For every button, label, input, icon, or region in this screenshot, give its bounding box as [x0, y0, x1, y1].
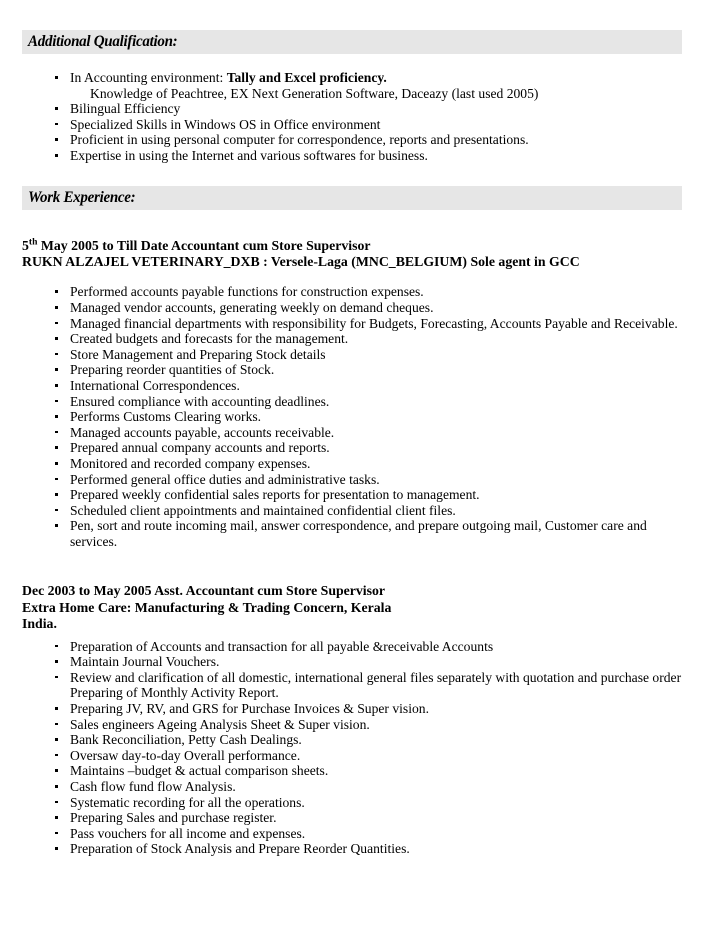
job-title-text: May 2005 to Till Date Accountant cum Sto… — [37, 237, 371, 253]
list-item: Managed financial departments with respo… — [0, 316, 708, 332]
list-item: Preparing JV, RV, and GRS for Purchase I… — [0, 701, 708, 717]
list-item: Performed accounts payable functions for… — [0, 284, 708, 300]
list-item: Pass vouchers for all income and expense… — [0, 826, 708, 842]
list-item: Performs Customs Clearing works. — [0, 409, 708, 425]
job-date-number: 5 — [22, 237, 29, 253]
job-2-duties-list: Preparation of Accounts and transaction … — [0, 639, 708, 857]
job-1-duties-list: Performed accounts payable functions for… — [0, 284, 708, 549]
list-item: International Correspondences. — [0, 378, 708, 394]
resume-page: Additional Qualification: In Accounting … — [0, 0, 708, 933]
job-title-line-1: 5th May 2005 to Till Date Accountant cum… — [0, 237, 708, 254]
list-item: Maintain Journal Vouchers. — [0, 654, 708, 670]
list-item: Sales engineers Ageing Analysis Sheet & … — [0, 717, 708, 733]
list-item: Bank Reconciliation, Petty Cash Dealings… — [0, 732, 708, 748]
list-item: Systematic recording for all the operati… — [0, 795, 708, 811]
list-item: Performed general office duties and admi… — [0, 472, 708, 488]
job-title-line-2: Dec 2003 to May 2005 Asst. Accountant cu… — [22, 583, 386, 599]
section-header-additional-qualification: Additional Qualification: — [22, 30, 682, 54]
list-item: Created budgets and forecasts for the ma… — [0, 331, 708, 347]
section-title-text: Additional Qualification: — [28, 33, 178, 50]
list-item: Managed vendor accounts, generating week… — [0, 300, 708, 316]
list-item: Preparation of Stock Analysis and Prepar… — [0, 841, 708, 857]
spacer-after-we-header — [0, 210, 708, 238]
list-item: In Accounting environment: Tally and Exc… — [0, 70, 708, 101]
list-item: Cash flow fund flow Analysis. — [0, 779, 708, 795]
list-item: Prepared annual company accounts and rep… — [0, 440, 708, 456]
list-item: Proficient in using personal computer fo… — [0, 132, 708, 148]
job-employer-line-1: RUKN ALZAJEL VETERINARY_DXB : Versele-La… — [22, 253, 580, 269]
list-item: Scheduled client appointments and mainta… — [0, 503, 708, 519]
spacer-after-job1-heading — [0, 270, 708, 284]
section-title-text: Work Experience: — [28, 188, 136, 206]
job-country-line-2: India. — [22, 616, 57, 632]
additional-qualification-list: In Accounting environment: Tally and Exc… — [0, 70, 708, 164]
job-employer-line-2: Extra Home Care: Manufacturing & Trading… — [22, 599, 392, 615]
list-item: Expertise in using the Internet and vari… — [0, 148, 708, 164]
list-item: Pen, sort and route incoming mail, answe… — [0, 518, 708, 549]
list-item: Review and clarification of all domestic… — [0, 670, 708, 701]
bullet-lead-text: In Accounting environment: — [70, 70, 227, 85]
list-item: Preparation of Accounts and transaction … — [0, 639, 708, 655]
bullet-subline: Knowledge of Peachtree, EX Next Generati… — [90, 85, 539, 101]
section-header-work-experience: Work Experience: — [22, 185, 682, 210]
top-spacer — [0, 0, 708, 30]
list-item: Monitored and recorded company expenses. — [0, 456, 708, 472]
list-item: Ensured compliance with accounting deadl… — [0, 394, 708, 410]
list-item: Maintains –budget & actual comparison sh… — [0, 763, 708, 779]
list-item: Preparing reorder quantities of Stock. — [0, 362, 708, 378]
spacer-before-work-experience — [0, 164, 708, 186]
list-item: Managed accounts payable, accounts recei… — [0, 425, 708, 441]
list-item: Preparing Sales and purchase register. — [0, 810, 708, 826]
list-item: Specialized Skills in Windows OS in Offi… — [0, 117, 708, 133]
list-item: Bilingual Efficiency — [0, 101, 708, 117]
list-item: Store Management and Preparing Stock det… — [0, 347, 708, 363]
list-item: Oversaw day-to-day Overall performance. — [0, 748, 708, 764]
bullet-bold-text: Tally and Excel proficiency. — [226, 70, 387, 85]
spacer-between-jobs — [0, 549, 708, 583]
list-item: Prepared weekly confidential sales repor… — [0, 487, 708, 503]
spacer-after-aq-header — [0, 54, 708, 70]
